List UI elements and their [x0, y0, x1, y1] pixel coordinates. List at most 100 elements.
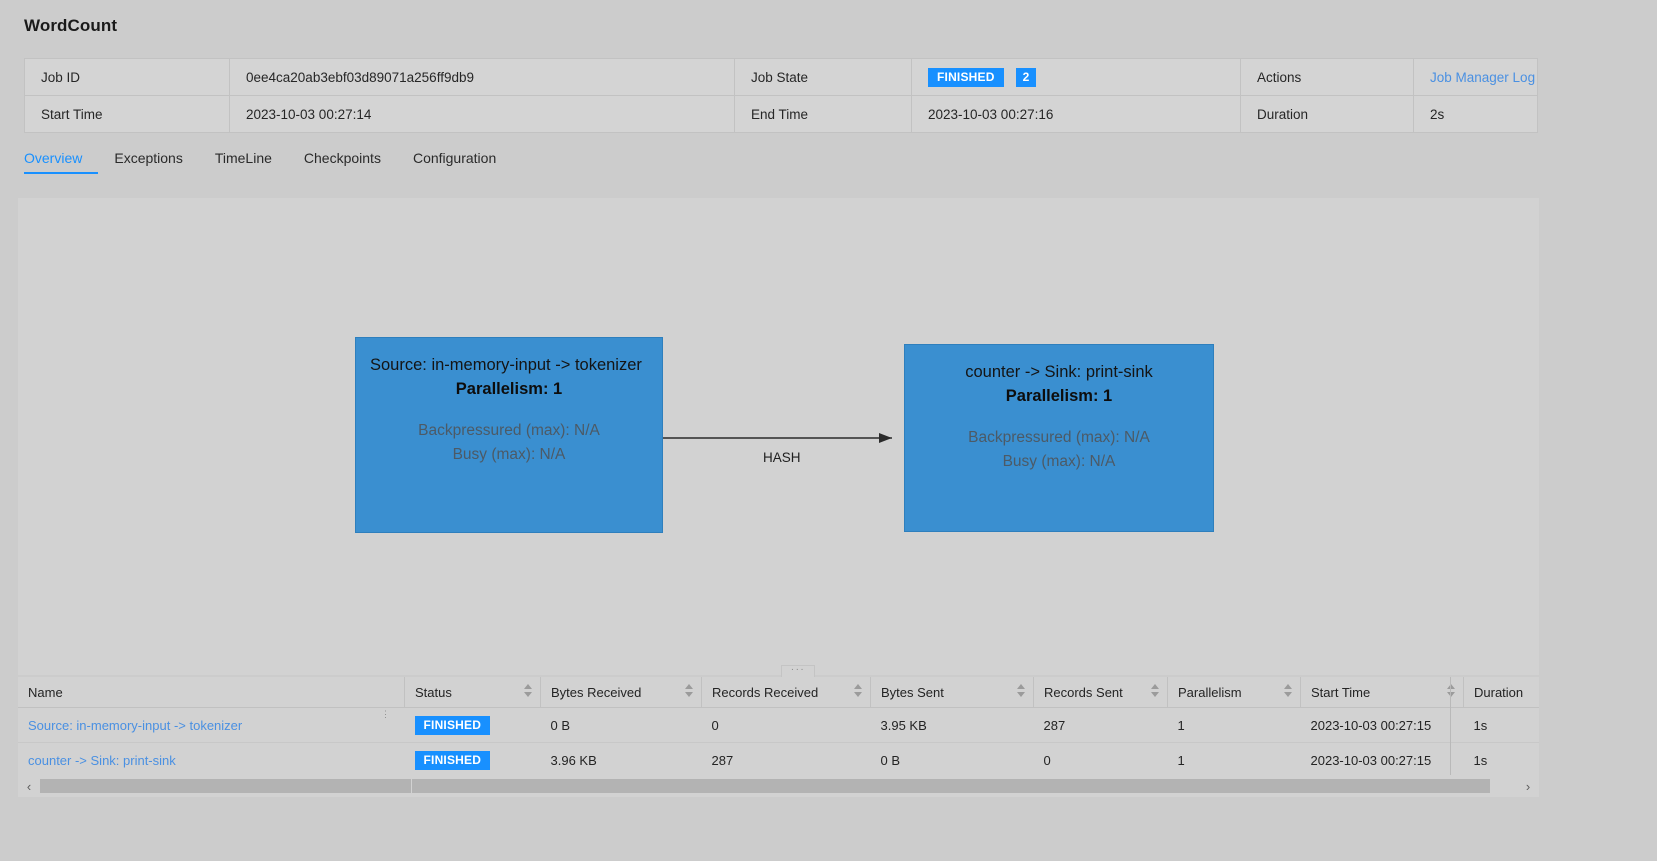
- vertex-link-source[interactable]: Source: in-memory-input -> tokenizer: [28, 718, 242, 733]
- cell-parallelism: 1: [1167, 707, 1301, 743]
- col-header-duration[interactable]: Duration: [1463, 677, 1539, 708]
- table-horizontal-scrollbar[interactable]: ‹ ›: [18, 775, 1539, 797]
- end-time-value: 2023-10-03 00:27:16: [911, 95, 1241, 133]
- graph-node-sink-metrics: Backpressured (max): N/A Busy (max): N/A: [919, 426, 1199, 474]
- tab-exceptions[interactable]: Exceptions: [98, 150, 198, 174]
- graph-node-source[interactable]: Source: in-memory-input -> tokenizer Par…: [355, 337, 663, 533]
- job-manager-log-link[interactable]: Job Manager Log: [1430, 70, 1535, 85]
- graph-node-source-name: Source: in-memory-input -> tokenizer: [370, 356, 642, 374]
- job-state-label: Job State: [734, 58, 912, 96]
- graph-node-source-busy: Busy (max): N/A: [452, 445, 566, 463]
- tab-configuration[interactable]: Configuration: [397, 150, 512, 174]
- page-title: WordCount: [24, 16, 118, 35]
- cell-records-received: 287: [711, 752, 734, 768]
- cell-bytes-sent: 0 B: [880, 752, 901, 768]
- graph-node-sink-busy: Busy (max): N/A: [1002, 452, 1116, 470]
- scroll-left-arrow-icon[interactable]: ‹: [18, 779, 40, 794]
- job-graph-canvas[interactable]: Source: in-memory-input -> tokenizer Par…: [18, 198, 1539, 675]
- start-time-value: 2023-10-03 00:27:14: [229, 95, 735, 133]
- col-header-start-time[interactable]: Start Time: [1300, 677, 1464, 708]
- col-header-records-received-label: Records Received: [712, 684, 819, 700]
- col-header-records-sent-label: Records Sent: [1044, 684, 1123, 700]
- end-time-label: End Time: [734, 95, 912, 133]
- row-status-badge: FINISHED: [414, 750, 491, 770]
- col-header-bytes-sent-label: Bytes Sent: [881, 684, 944, 700]
- col-header-status-label: Status: [415, 684, 452, 700]
- col-header-parallelism[interactable]: Parallelism: [1167, 677, 1301, 708]
- actions-label: Actions: [1240, 58, 1414, 96]
- sort-icon-bytes-received[interactable]: [685, 684, 694, 700]
- vertices-table-header-row: Name Status Bytes Received Records Recei…: [18, 677, 1539, 708]
- job-state-value: FINISHED 2: [911, 58, 1241, 96]
- tab-checkpoints[interactable]: Checkpoints: [288, 150, 397, 174]
- cell-bytes-received: 3.96 KB: [550, 752, 597, 768]
- status-badge: FINISHED: [928, 67, 1004, 87]
- scroll-right-arrow-icon[interactable]: ›: [1517, 779, 1539, 794]
- sort-icon-status[interactable]: [524, 684, 533, 700]
- vertex-link-sink[interactable]: counter -> Sink: print-sink: [28, 753, 176, 768]
- vertices-table-head: Name Status Bytes Received Records Recei…: [18, 677, 1539, 708]
- cell-records-sent: 0: [1043, 752, 1051, 768]
- cell-bytes-sent: 3.95 KB: [870, 707, 1034, 743]
- job-summary-table: Job ID 0ee4ca20ab3ebf03d89071a256ff9db9 …: [24, 58, 1538, 133]
- sort-icon-start-time[interactable]: [1447, 684, 1456, 700]
- tab-overview[interactable]: Overview: [24, 150, 98, 174]
- job-summary-row-2: Start Time 2023-10-03 00:27:14 End Time …: [24, 95, 1538, 133]
- cell-status: FINISHED: [405, 743, 541, 778]
- col-header-status[interactable]: Status: [404, 677, 541, 708]
- row-status-badge: FINISHED: [414, 715, 491, 735]
- cell-records-sent: 287: [1033, 707, 1168, 743]
- start-time-label: Start Time: [24, 95, 230, 133]
- vertices-table-body: Source: in-memory-input -> tokenizer FIN…: [18, 707, 1539, 778]
- cell-name: Source: in-memory-input -> tokenizer: [18, 707, 405, 743]
- graph-node-sink-backpressure: Backpressured (max): N/A: [968, 428, 1150, 446]
- vertices-table-container[interactable]: Name Status Bytes Received Records Recei…: [18, 677, 1539, 784]
- job-summary-row-1: Job ID 0ee4ca20ab3ebf03d89071a256ff9db9 …: [24, 58, 1538, 96]
- job-id-value: 0ee4ca20ab3ebf03d89071a256ff9db9: [229, 58, 735, 96]
- graph-node-sink[interactable]: counter -> Sink: print-sink Parallelism:…: [904, 344, 1214, 532]
- cell-start-time: 2023-10-03 00:27:15: [1300, 707, 1464, 743]
- actions-value: Job Manager Log: [1413, 58, 1538, 96]
- column-resize-handle[interactable]: ⋮: [381, 710, 390, 719]
- cell-parallelism: 1: [1177, 752, 1185, 768]
- job-tabs: Overview Exceptions TimeLine Checkpoints…: [24, 150, 512, 174]
- scrollbar-thumb-divider: [411, 779, 412, 793]
- cell-bytes-received: 0 B: [540, 707, 702, 743]
- sort-icon-records-received[interactable]: [854, 684, 863, 700]
- cell-records-received: 0: [701, 707, 871, 743]
- col-header-bytes-sent[interactable]: Bytes Sent: [870, 677, 1034, 708]
- table-row[interactable]: counter -> Sink: print-sink FINISHED 3.9…: [18, 743, 1539, 778]
- col-header-bytes-received[interactable]: Bytes Received: [540, 677, 702, 708]
- job-state-wrap: FINISHED 2: [928, 67, 1224, 87]
- duration-label: Duration: [1240, 95, 1414, 133]
- sort-icon-bytes-sent[interactable]: [1017, 684, 1026, 700]
- cell-duration: 1s: [1463, 707, 1539, 743]
- col-header-name[interactable]: Name: [18, 677, 405, 708]
- graph-node-source-parallelism: Parallelism: 1: [455, 379, 563, 398]
- job-state-count-badge: 2: [1015, 67, 1037, 87]
- col-header-records-sent[interactable]: Records Sent: [1033, 677, 1168, 708]
- vertices-table: Name Status Bytes Received Records Recei…: [18, 677, 1539, 777]
- graph-edge-label: HASH: [763, 450, 801, 465]
- table-row[interactable]: Source: in-memory-input -> tokenizer FIN…: [18, 707, 1539, 743]
- sort-icon-parallelism[interactable]: [1284, 684, 1293, 700]
- scrollbar-thumb[interactable]: [40, 779, 1490, 793]
- graph-node-sink-name: counter -> Sink: print-sink: [965, 363, 1153, 381]
- col-header-start-time-label: Start Time: [1311, 684, 1371, 700]
- col-header-parallelism-label: Parallelism: [1178, 684, 1242, 700]
- graph-node-source-metrics: Backpressured (max): N/A Busy (max): N/A: [370, 419, 648, 467]
- job-id-label: Job ID: [24, 58, 230, 96]
- cell-status: FINISHED: [404, 707, 541, 743]
- col-header-records-received[interactable]: Records Received: [701, 677, 871, 708]
- cell-duration: 1s: [1473, 752, 1488, 768]
- col-header-bytes-received-label: Bytes Received: [551, 684, 642, 700]
- tab-timeline[interactable]: TimeLine: [199, 150, 288, 174]
- tasks-column-divider: [1450, 677, 1451, 777]
- job-graph-edges: [663, 433, 892, 443]
- sort-icon-records-sent[interactable]: [1151, 684, 1160, 700]
- graph-node-source-backpressure: Backpressured (max): N/A: [418, 421, 600, 439]
- cell-name: counter -> Sink: print-sink: [18, 743, 405, 778]
- scrollbar-track[interactable]: [40, 779, 1517, 793]
- graph-node-sink-parallelism: Parallelism: 1: [1005, 386, 1113, 405]
- duration-value: 2s: [1413, 95, 1538, 133]
